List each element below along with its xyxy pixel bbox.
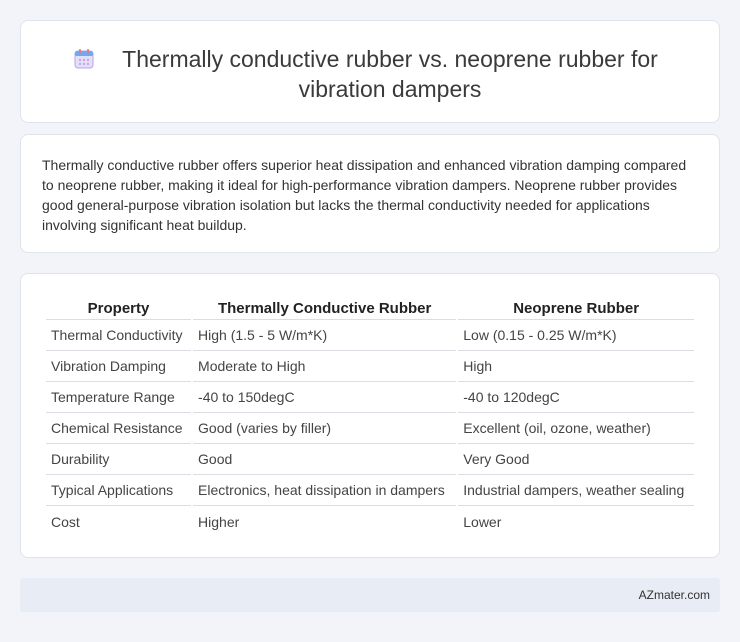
table-cell: Good (varies by filler) (193, 413, 457, 444)
table-cell: Vibration Damping (46, 351, 192, 382)
comparison-table-card: Property Thermally Conductive Rubber Neo… (20, 273, 720, 558)
table-cell: Cost (51, 513, 80, 530)
table-row: Typical Applications Electronics, heat d… (46, 475, 694, 506)
table-cell: -40 to 120degC (458, 382, 694, 413)
table-cell: Electronics, heat dissipation in dampers (193, 475, 457, 506)
table-row: Cost Higher Lower (46, 506, 694, 537)
table-row: Durability Good Very Good (46, 444, 694, 475)
footer-brand-link[interactable]: AZmater.com (639, 588, 710, 602)
header-thermally-conductive: Thermally Conductive Rubber (193, 294, 457, 320)
table-cell: Lower (463, 513, 502, 530)
table-cell: -40 to 150degC (193, 382, 457, 413)
table-cell: Thermal Conductivity (46, 320, 192, 351)
header-property: Property (46, 294, 192, 320)
table-cell: High (1.5 - 5 W/m*K) (193, 320, 457, 351)
table-cell: Durability (46, 444, 192, 475)
table-cell: Good (193, 444, 457, 475)
table-cell: Moderate to High (193, 351, 457, 382)
table-row: Vibration Damping Moderate to High High (46, 351, 694, 382)
comparison-table: Property Thermally Conductive Rubber Neo… (44, 294, 696, 537)
table-row: Chemical Resistance Good (varies by fill… (46, 413, 694, 444)
table-cell: Chemical Resistance (46, 413, 192, 444)
table-cell: Very Good (458, 444, 694, 475)
table-cell: Industrial dampers, weather sealing (458, 475, 694, 506)
table-row: Thermal Conductivity High (1.5 - 5 W/m*K… (46, 320, 694, 351)
table-cell: Excellent (oil, ozone, weather) (458, 413, 694, 444)
table-cell: Temperature Range (46, 382, 192, 413)
footer: AZmater.com (20, 578, 720, 612)
table-cell: Low (0.15 - 0.25 W/m*K) (458, 320, 694, 351)
table-cell: Higher (198, 513, 240, 530)
table-header-row: Property Thermally Conductive Rubber Neo… (46, 294, 694, 320)
page-title: Thermally conductive rubber vs. neoprene… (122, 46, 658, 102)
summary-text: Thermally conductive rubber offers super… (42, 157, 687, 233)
table-row: Temperature Range -40 to 150degC -40 to … (46, 382, 694, 413)
summary-card: Thermally conductive rubber offers super… (20, 134, 720, 253)
table-cell: High (458, 351, 694, 382)
title-card: Thermally conductive rubber vs. neoprene… (20, 20, 720, 123)
table-cell: Typical Applications (46, 475, 192, 506)
header-neoprene: Neoprene Rubber (458, 294, 694, 320)
